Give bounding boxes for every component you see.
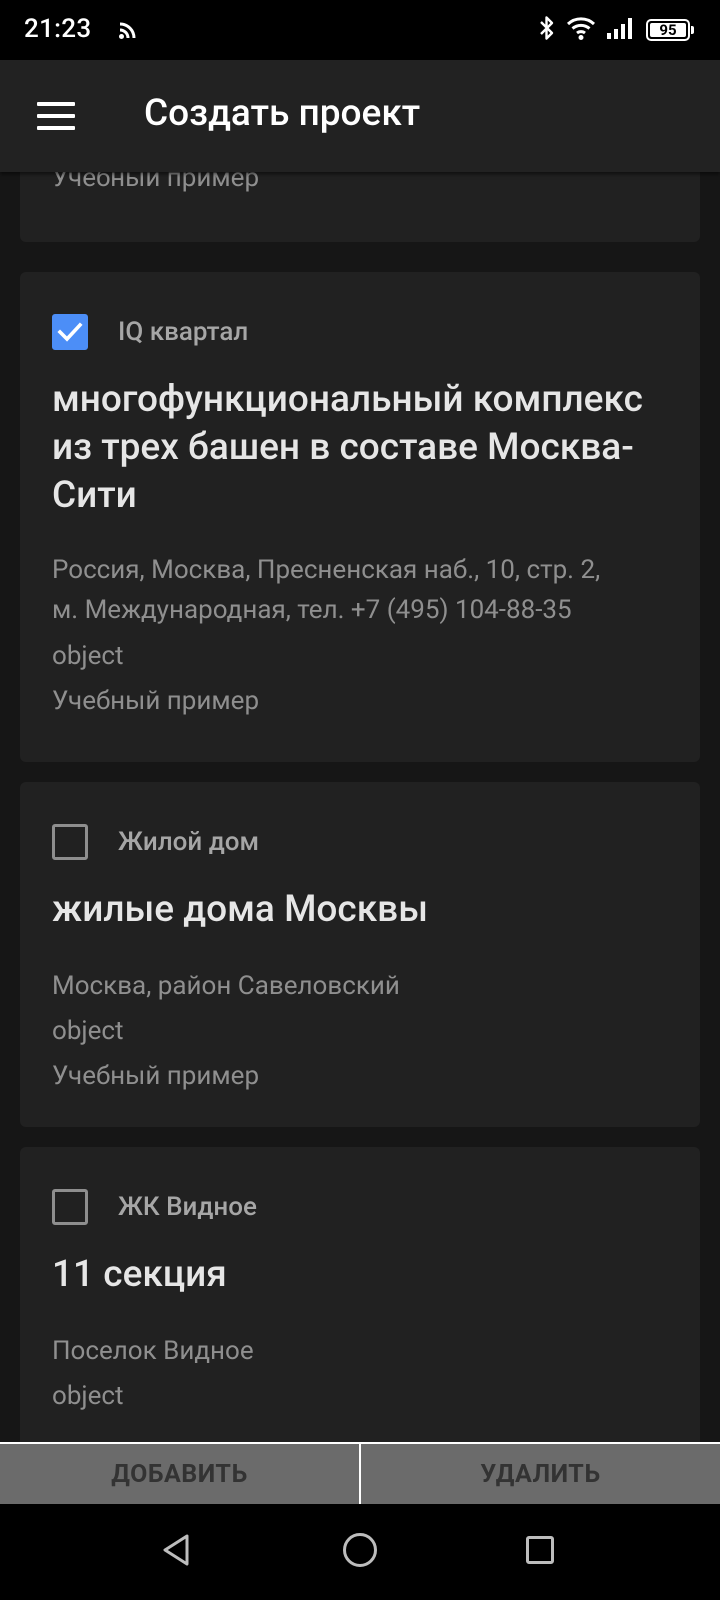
- project-category: Учебный пример: [52, 1061, 260, 1091]
- project-tag: IQ квартал: [118, 317, 249, 347]
- status-time: 21:23: [24, 14, 92, 44]
- project-tag: ЖК Видное: [118, 1192, 257, 1222]
- home-icon[interactable]: [343, 1533, 377, 1567]
- project-tag: Жилой дом: [118, 827, 260, 857]
- card-header: ЖК Видное: [52, 1189, 257, 1225]
- status-icons: 95: [538, 14, 694, 46]
- hamburger-menu-icon[interactable]: [24, 88, 88, 144]
- project-type: object: [52, 1016, 124, 1046]
- battery-icon: 95: [646, 19, 694, 41]
- delete-button[interactable]: УДАЛИТЬ: [361, 1444, 720, 1504]
- project-card[interactable]: IQ квартал многофункциональный комплекс …: [20, 272, 700, 762]
- action-bar: ДОБАВИТЬ УДАЛИТЬ: [0, 1442, 720, 1504]
- project-address: Москва, район Савеловский: [52, 971, 400, 1001]
- project-list[interactable]: Учебный пример IQ квартал многофункциона…: [0, 172, 720, 1442]
- project-address: Поселок Видное: [52, 1336, 254, 1366]
- project-category: Учебный пример: [52, 172, 260, 193]
- project-title: 11 секция: [52, 1253, 227, 1296]
- checkmark-icon: [57, 322, 83, 342]
- status-bar: 21:23 95: [0, 0, 720, 60]
- project-address: м. Международная, тел. +7 (495) 104-88-3…: [52, 595, 572, 625]
- signal-icon: [606, 16, 636, 44]
- project-checkbox[interactable]: [52, 1189, 88, 1225]
- project-checkbox[interactable]: [52, 824, 88, 860]
- system-nav-bar: [0, 1504, 720, 1600]
- project-card[interactable]: ЖК Видное 11 секция Поселок Видное objec…: [20, 1147, 700, 1442]
- project-address: Россия, Москва, Пресненская наб., 10, ст…: [52, 555, 601, 585]
- cast-icon: [118, 20, 140, 44]
- card-header: IQ квартал: [52, 314, 248, 350]
- project-category: Учебный пример: [52, 686, 260, 716]
- page-title: Создать проект: [144, 92, 421, 135]
- project-type: object: [52, 1381, 124, 1411]
- project-card[interactable]: Учебный пример: [20, 172, 700, 242]
- project-checkbox[interactable]: [52, 314, 88, 350]
- project-type: object: [52, 641, 124, 671]
- project-title: многофункциональный комплекс из трех баш…: [52, 378, 643, 517]
- app-bar: Создать проект: [0, 60, 720, 172]
- bluetooth-icon: [538, 14, 556, 46]
- wifi-icon: [566, 15, 596, 45]
- recents-icon[interactable]: [526, 1536, 554, 1564]
- back-icon[interactable]: [160, 1532, 192, 1572]
- battery-percent: 95: [659, 20, 677, 39]
- project-title: жилые дома Москвы: [52, 888, 428, 931]
- project-card[interactable]: Жилой дом жилые дома Москвы Москва, райо…: [20, 782, 700, 1127]
- add-button[interactable]: ДОБАВИТЬ: [0, 1444, 359, 1504]
- card-header: Жилой дом: [52, 824, 259, 860]
